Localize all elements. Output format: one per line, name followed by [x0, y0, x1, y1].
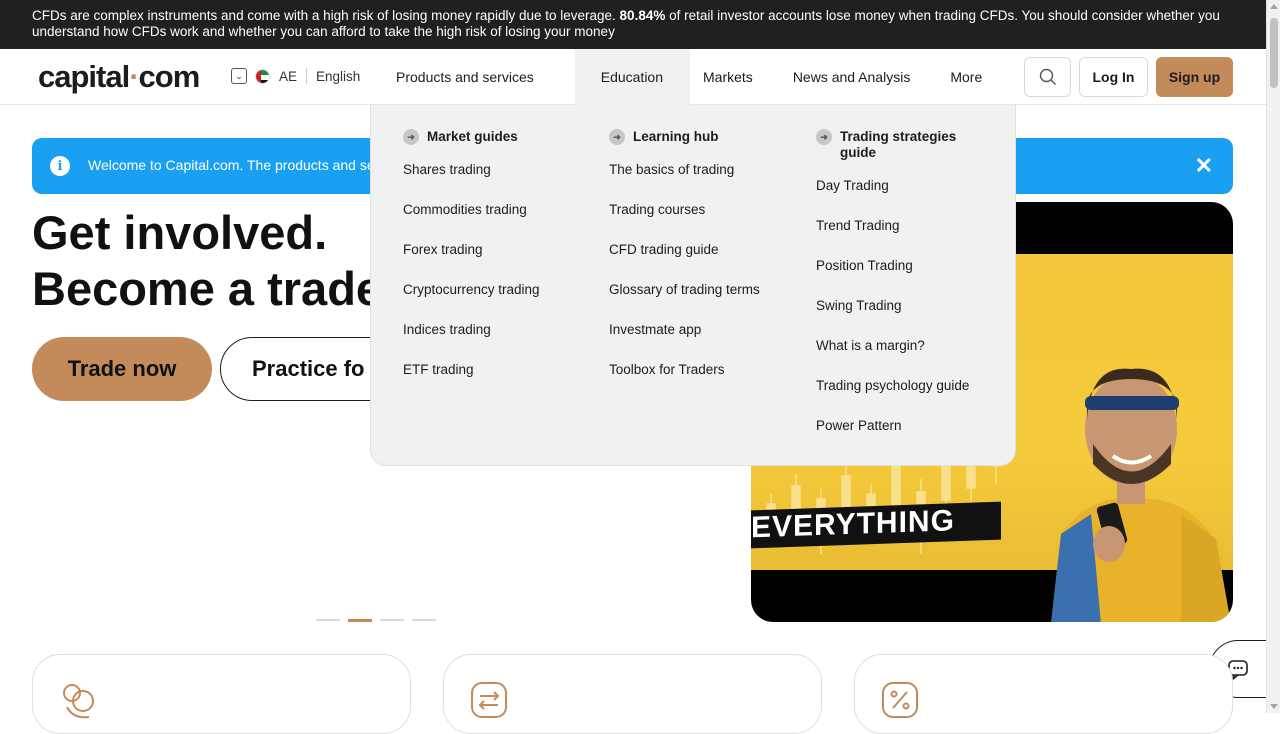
nav-education[interactable]: Education [574, 49, 691, 105]
info-icon: i [50, 156, 70, 176]
page-scrollbar[interactable] [1266, 0, 1280, 713]
scroll-up-arrow-icon[interactable] [1270, 4, 1278, 9]
hero-title: Get involved. Become a trade [32, 205, 382, 317]
menu-link-trading-psychology[interactable]: Trading psychology guide [816, 378, 986, 418]
menu-heading-learning-hub[interactable]: ➜ Learning hub [609, 129, 809, 145]
region-code: AE [279, 68, 298, 84]
nav-news-and-analysis[interactable]: News and Analysis [780, 49, 938, 105]
trade-now-button[interactable]: Trade now [32, 337, 212, 401]
menu-link-investmate-app[interactable]: Investmate app [609, 322, 809, 362]
person-with-phone-image [1051, 368, 1231, 622]
hero-title-line-1: Get involved. [32, 206, 328, 259]
arrow-right-icon: ➜ [609, 129, 625, 145]
search-button[interactable] [1024, 57, 1071, 97]
site-header: capital·com ⌄ AE English Products and se… [0, 49, 1266, 105]
menu-link-what-is-margin[interactable]: What is a margin? [816, 338, 986, 378]
risk-warning-text-before: CFDs are complex instruments and come wi… [32, 8, 616, 23]
menu-heading-trading-strategies[interactable]: ➜ Trading strategies guide [816, 129, 986, 161]
menu-column-learning-hub: ➜ Learning hub The basics of trading Trad… [609, 129, 809, 402]
nav-products-and-services[interactable]: Products and services [383, 49, 561, 105]
close-icon[interactable]: ✕ [1195, 153, 1213, 179]
scroll-down-arrow-icon[interactable] [1270, 704, 1278, 709]
menu-link-basics-of-trading[interactable]: The basics of trading [609, 162, 809, 202]
divider [306, 68, 308, 84]
menu-link-trading-courses[interactable]: Trading courses [609, 202, 809, 242]
slider-dot[interactable] [380, 619, 404, 621]
feature-card[interactable] [854, 654, 1233, 734]
menu-link-position-trading[interactable]: Position Trading [816, 258, 986, 298]
menu-link-shares-trading[interactable]: Shares trading [403, 162, 603, 202]
menu-link-day-trading[interactable]: Day Trading [816, 178, 986, 218]
menu-link-cfd-trading-guide[interactable]: CFD trading guide [609, 242, 809, 282]
login-button[interactable]: Log In [1079, 57, 1148, 97]
welcome-text: Welcome to Capital.com. The products and… [88, 157, 387, 173]
slider-dot[interactable] [412, 619, 436, 621]
nav-more[interactable]: More [937, 49, 1009, 105]
arrow-right-icon: ➜ [403, 129, 419, 145]
arrow-right-icon: ➜ [816, 129, 832, 145]
menu-link-cryptocurrency-trading[interactable]: Cryptocurrency trading [403, 282, 603, 322]
nav-markets[interactable]: Markets [690, 49, 780, 105]
uae-flag-icon [255, 68, 270, 84]
slider-pagination [316, 619, 436, 622]
percent-icon [882, 682, 918, 718]
exchange-icon [471, 682, 507, 718]
hero-title-line-2: Become a trade [32, 262, 383, 315]
menu-column-trading-strategies: ➜ Trading strategies guide Day Trading Tr… [816, 129, 986, 458]
risk-warning-bar: CFDs are complex instruments and come wi… [0, 0, 1266, 49]
menu-link-etf-trading[interactable]: ETF trading [403, 362, 603, 402]
education-mega-menu: ➜ Market guides Shares trading Commoditie… [370, 105, 1016, 466]
slider-dot[interactable] [316, 619, 340, 621]
slider-dot-active[interactable] [348, 619, 372, 622]
capital-com-logo[interactable]: capital·com [38, 59, 200, 95]
feature-card[interactable] [32, 654, 411, 734]
language-label: English [316, 68, 361, 84]
menu-column-market-guides: ➜ Market guides Shares trading Commoditie… [403, 129, 603, 402]
menu-link-glossary[interactable]: Glossary of trading terms [609, 282, 809, 322]
main-nav: Products and services Education Markets … [383, 49, 1009, 105]
menu-link-commodities-trading[interactable]: Commodities trading [403, 202, 603, 242]
search-icon [1039, 68, 1056, 85]
menu-heading-market-guides[interactable]: ➜ Market guides [403, 129, 603, 145]
menu-link-indices-trading[interactable]: Indices trading [403, 322, 603, 362]
menu-link-trend-trading[interactable]: Trend Trading [816, 218, 986, 258]
menu-link-toolbox-for-traders[interactable]: Toolbox for Traders [609, 362, 809, 402]
signup-button[interactable]: Sign up [1156, 57, 1233, 97]
menu-link-swing-trading[interactable]: Swing Trading [816, 298, 986, 338]
chevron-down-icon[interactable]: ⌄ [231, 68, 247, 84]
video-banner-text: EVERYTHING [751, 504, 955, 545]
coins-icon [63, 684, 94, 719]
risk-warning-percent: 80.84% [619, 8, 666, 23]
feature-card[interactable] [443, 654, 822, 734]
region-language-selector[interactable]: ⌄ AE English [231, 68, 360, 84]
menu-link-power-pattern[interactable]: Power Pattern [816, 418, 986, 458]
scrollbar-thumb[interactable] [1270, 18, 1278, 88]
menu-link-forex-trading[interactable]: Forex trading [403, 242, 603, 282]
